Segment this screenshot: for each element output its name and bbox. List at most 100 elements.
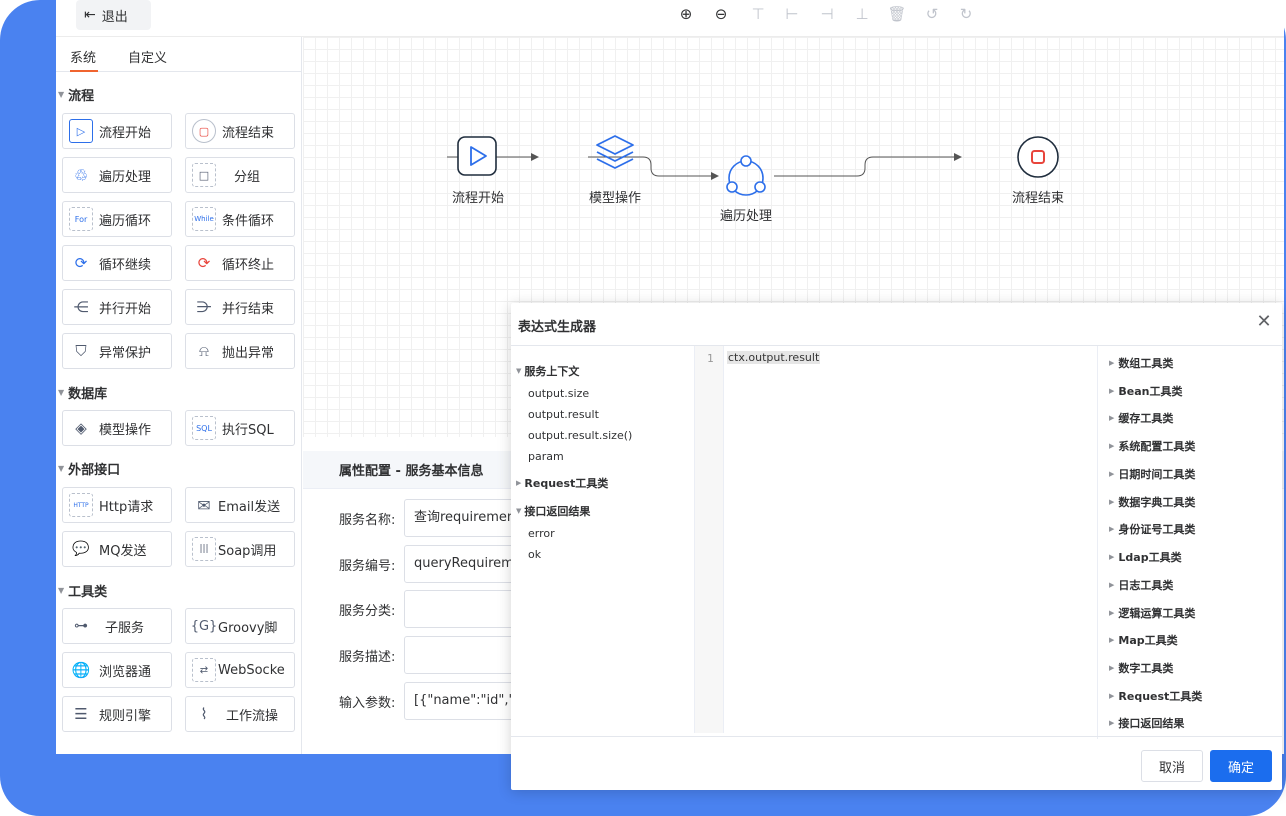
category-flow[interactable]: ▼ 流程 xyxy=(56,85,94,104)
align-right-icon[interactable]: ⊣ xyxy=(817,4,837,24)
tool-category-ldap[interactable]: ▶ Ldap工具类 xyxy=(1109,549,1182,565)
category-label: 工具类 xyxy=(68,585,108,600)
delete-icon[interactable]: 🗑 xyxy=(887,4,907,24)
email-icon: ✉ xyxy=(197,495,211,515)
caret-right-icon: ▶ xyxy=(1109,442,1115,450)
tool-category-datetime[interactable]: ▶ 日期时间工具类 xyxy=(1109,466,1195,482)
component-group[interactable]: □ 分组 xyxy=(185,157,295,193)
caret-right-icon: ▶ xyxy=(1109,414,1115,422)
align-top-icon[interactable]: ⊤ xyxy=(748,4,768,24)
component-email-send[interactable]: ✉ Email发送 xyxy=(185,487,295,523)
component-label: Soap调用 xyxy=(218,543,277,559)
component-parallel-start[interactable]: ⋲ 并行开始 xyxy=(62,289,172,325)
component-http-request[interactable]: HTTP Http请求 xyxy=(62,487,172,523)
component-flow-start[interactable]: ▷ 流程开始 xyxy=(62,113,172,149)
tree-item[interactable]: error xyxy=(528,527,555,540)
component-label: 抛出异常 xyxy=(222,345,275,361)
component-model-operation[interactable]: ◈ 模型操作 xyxy=(62,410,172,446)
tree-item[interactable]: output.size xyxy=(528,387,589,400)
component-rules-engine[interactable]: ☰ 规则引擎 xyxy=(62,696,172,732)
close-icon[interactable]: ✕ xyxy=(1254,311,1274,332)
edge-traverse-to-end[interactable] xyxy=(774,153,962,177)
expression-editor[interactable]: 1 ctx.output.result xyxy=(694,346,1097,733)
confirm-button[interactable]: 确定 xyxy=(1210,750,1272,782)
cancel-button[interactable]: 取消 xyxy=(1141,750,1203,782)
layers-icon: ◈ xyxy=(75,419,87,437)
zoom-in-icon[interactable]: ⊕ xyxy=(676,4,696,24)
caret-right-icon: ▶ xyxy=(1109,609,1115,617)
category-external-api[interactable]: ▼ 外部接口 xyxy=(56,459,120,478)
node-flow-end[interactable] xyxy=(1017,136,1059,178)
tool-category-cache[interactable]: ▶ 缓存工具类 xyxy=(1109,410,1173,426)
tool-category-label: 身份证号工具类 xyxy=(1118,523,1196,536)
tree-item[interactable]: output.result.size() xyxy=(528,429,632,442)
component-label: 浏览器通 xyxy=(99,664,152,680)
component-soap-call[interactable]: ||| Soap调用 xyxy=(185,531,295,567)
continue-icon: ⟳ xyxy=(74,254,88,272)
tool-category-dictionary[interactable]: ▶ 数据字典工具类 xyxy=(1109,494,1195,510)
tool-category-logic[interactable]: ▶ 逻辑运算工具类 xyxy=(1109,605,1195,621)
component-exception-guard[interactable]: ⛉ 异常保护 xyxy=(62,333,172,369)
component-groovy-script[interactable]: {G} Groovy脚 xyxy=(185,608,295,644)
component-for-loop[interactable]: For 遍历循环 xyxy=(62,201,172,237)
groovy-icon: {G} xyxy=(190,618,218,634)
tool-category-request[interactable]: ▶ Request工具类 xyxy=(1109,688,1202,704)
tool-category-map[interactable]: ▶ Map工具类 xyxy=(1109,632,1178,648)
alarm-icon: ⍾ xyxy=(199,342,209,360)
category-label: 数据库 xyxy=(68,387,108,402)
component-loop-continue[interactable]: ⟳ 循环继续 xyxy=(62,245,172,281)
expression-code[interactable]: ctx.output.result xyxy=(727,351,821,364)
exit-button[interactable]: ⇤ 退出 xyxy=(76,0,151,30)
caret-right-icon: ▶ xyxy=(1109,664,1115,672)
component-execute-sql[interactable]: SQL 执行SQL xyxy=(185,410,295,446)
tool-category-system-config[interactable]: ▶ 系统配置工具类 xyxy=(1109,438,1195,454)
align-left-icon[interactable]: ⊢ xyxy=(782,4,802,24)
tree-group-service-context[interactable]: ▼ 服务上下文 xyxy=(516,363,579,379)
category-database[interactable]: ▼ 数据库 xyxy=(56,383,107,402)
tool-category-array[interactable]: ▶ 数组工具类 xyxy=(1109,355,1173,371)
tab-custom[interactable]: 自定义 xyxy=(128,47,167,66)
tool-category-id-card[interactable]: ▶ 身份证号工具类 xyxy=(1109,521,1195,537)
component-label: Http请求 xyxy=(99,499,154,515)
tool-category-number[interactable]: ▶ 数字工具类 xyxy=(1109,660,1173,676)
component-websocket[interactable]: ⇄ WebSocke xyxy=(185,652,295,688)
component-parallel-end[interactable]: ⋺ 并行结束 xyxy=(185,289,295,325)
sub-service-icon: ⊶ xyxy=(74,618,88,634)
tree-group-api-result[interactable]: ▼ 接口返回结果 xyxy=(516,503,590,519)
category-tools[interactable]: ▼ 工具类 xyxy=(56,581,107,600)
tool-category-api-result[interactable]: ▶ 接口返回结果 xyxy=(1109,715,1184,731)
node-traverse[interactable] xyxy=(726,155,766,196)
for-loop-icon: For xyxy=(69,207,93,231)
caret-down-icon: ▼ xyxy=(516,367,522,375)
node-model-operation[interactable] xyxy=(596,135,634,169)
component-throw-exception[interactable]: ⍾ 抛出异常 xyxy=(185,333,295,369)
tree-item[interactable]: output.result xyxy=(528,408,599,421)
undo-icon[interactable]: ↺ xyxy=(922,4,942,24)
component-traverse[interactable]: ♲ 遍历处理 xyxy=(62,157,172,193)
tool-category-bean[interactable]: ▶ Bean工具类 xyxy=(1109,383,1183,399)
join-icon: ⋺ xyxy=(196,298,212,316)
node-flow-start[interactable] xyxy=(457,136,497,176)
component-sub-service[interactable]: ⊶ 子服务 xyxy=(62,608,172,644)
tool-category-label: 数字工具类 xyxy=(1118,662,1174,675)
component-workflow-operation[interactable]: ⌇ 工作流操 xyxy=(185,696,295,732)
component-while-loop[interactable]: While 条件循环 xyxy=(185,201,295,237)
component-browser-notify[interactable]: 🌐 浏览器通 xyxy=(62,652,172,688)
zoom-out-icon[interactable]: ⊖ xyxy=(711,4,731,24)
fork-icon: ⋲ xyxy=(73,298,89,316)
tool-category-log[interactable]: ▶ 日志工具类 xyxy=(1109,577,1173,593)
tree-group-request-tools[interactable]: ▶ Request工具类 xyxy=(516,475,608,491)
caret-down-icon: ▼ xyxy=(58,90,65,99)
component-flow-end[interactable]: ▢ 流程结束 xyxy=(185,113,295,149)
tree-item[interactable]: ok xyxy=(528,548,541,561)
component-loop-break[interactable]: ⟳ 循环终止 xyxy=(185,245,295,281)
align-bottom-icon[interactable]: ⊥ xyxy=(852,4,872,24)
tree-item[interactable]: param xyxy=(528,450,564,463)
field-label: 服务描述: xyxy=(339,650,396,665)
edge-model-to-traverse[interactable] xyxy=(588,156,719,180)
redo-icon[interactable]: ↻ xyxy=(956,4,976,24)
tab-system[interactable]: 系统 xyxy=(70,47,96,66)
mq-icon: 💬 xyxy=(72,541,90,557)
component-mq-send[interactable]: 💬 MQ发送 xyxy=(62,531,172,567)
break-icon: ⟳ xyxy=(197,254,211,272)
